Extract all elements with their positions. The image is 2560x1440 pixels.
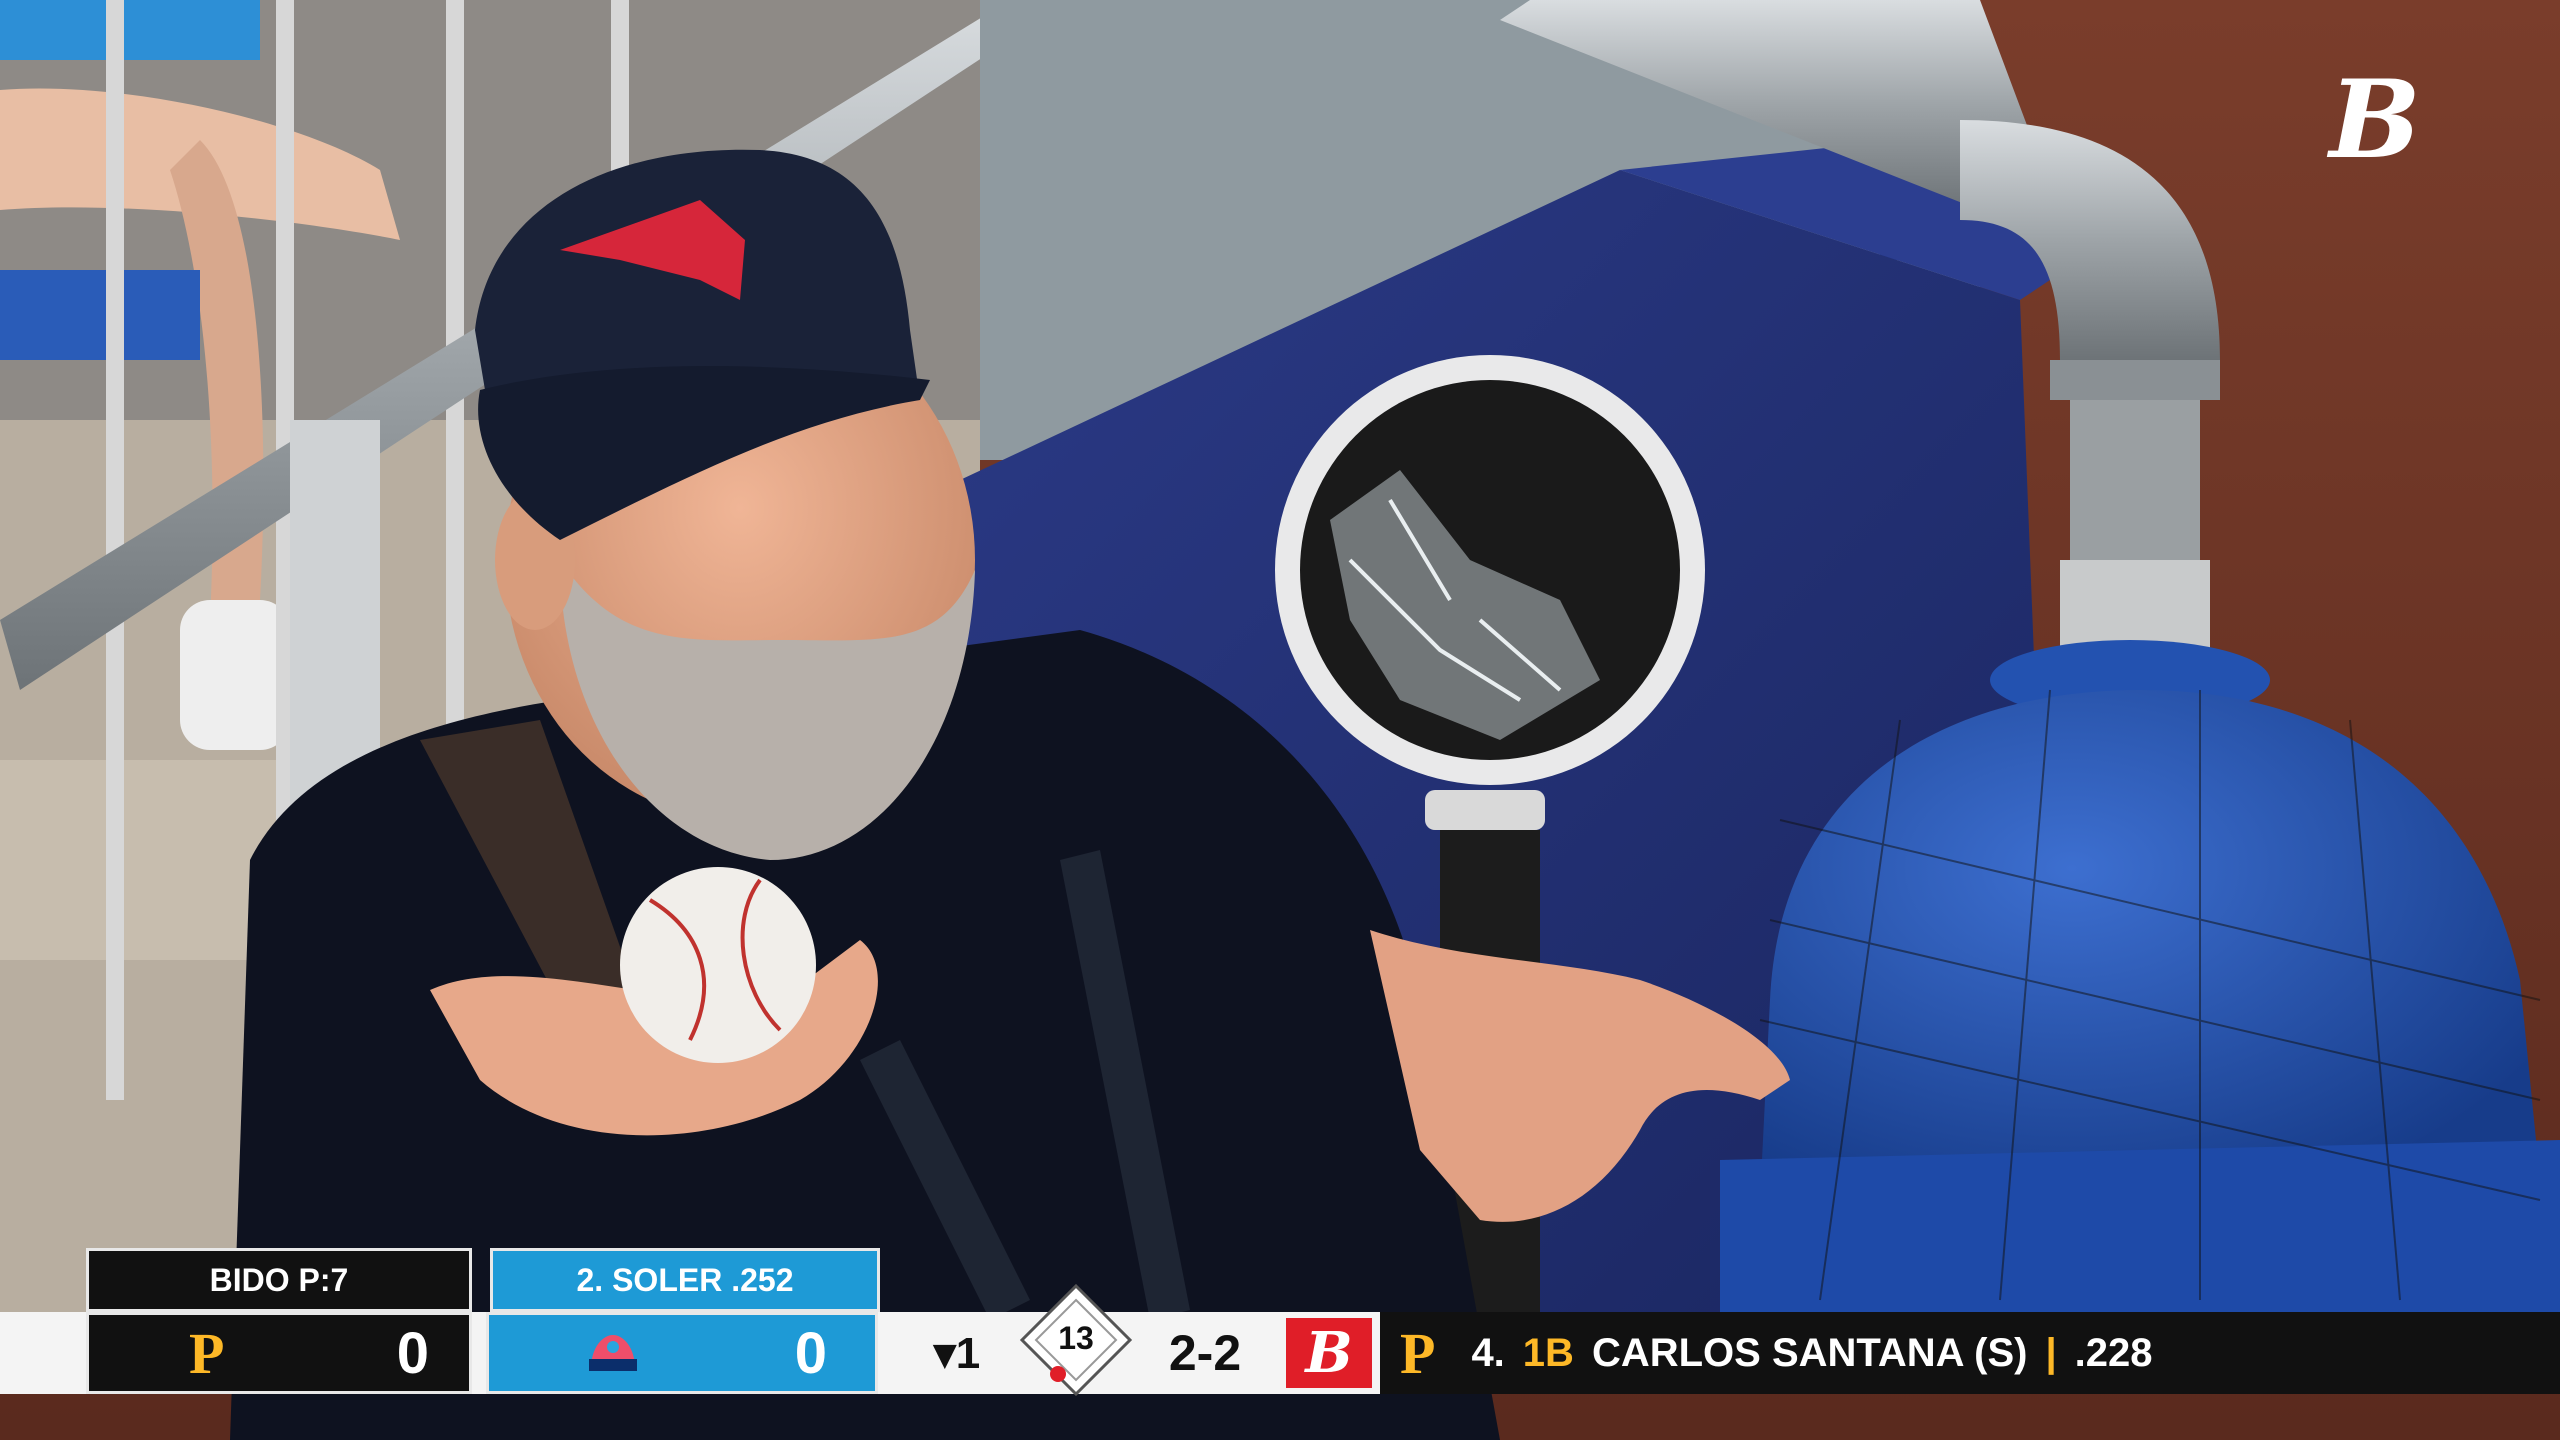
bases-diamond: 13 (1014, 1278, 1138, 1402)
on-deck-label: 2. SOLER .252 (490, 1248, 880, 1312)
pitch-count-badge: 13 (1058, 1320, 1094, 1356)
inning-text: ▾1 (933, 1328, 981, 1378)
inning-indicator: ▾1 (912, 1312, 1002, 1394)
bally-sports-small-icon: B (1305, 1320, 1353, 1386)
pitcher-label-text: BIDO P:7 (209, 1261, 349, 1298)
batter-position: 1B (1522, 1330, 1574, 1375)
out-indicator (1050, 1366, 1066, 1382)
network-logo-box: B (1286, 1318, 1372, 1388)
ball-strike-count: 2-2 (1150, 1312, 1260, 1394)
home-score: 0 (794, 1320, 827, 1386)
batter-lineup-number: 4. (1471, 1330, 1505, 1375)
bally-sports-icon: B (2310, 57, 2440, 183)
batter-separator: | (2045, 1330, 2057, 1375)
pirates-logo-icon: P (189, 1320, 225, 1386)
pitcher-label: BIDO P:7 (86, 1248, 472, 1312)
batter-info: P 4. 1B CARLOS SANTANA (S) | .228 (1400, 1312, 2153, 1394)
bally-sports-logo-glyph: B (2329, 57, 2421, 183)
marlins-logo-icon (585, 1329, 641, 1379)
scene-image (0, 0, 2560, 1440)
home-team-block: 0 (486, 1312, 878, 1394)
marlins-logo-svg (589, 1335, 637, 1371)
batter-name: CARLOS SANTANA (S) (1591, 1330, 2028, 1375)
batter-average: .228 (2074, 1330, 2153, 1375)
batter-team-logo-icon: P (1400, 1320, 1436, 1386)
away-team-block: P 0 (86, 1312, 472, 1394)
broadcast-frame: B (0, 0, 2560, 1440)
count-text: 2-2 (1168, 1325, 1242, 1381)
away-score: 0 (396, 1320, 429, 1386)
on-deck-label-text: 2. SOLER .252 (576, 1261, 794, 1298)
